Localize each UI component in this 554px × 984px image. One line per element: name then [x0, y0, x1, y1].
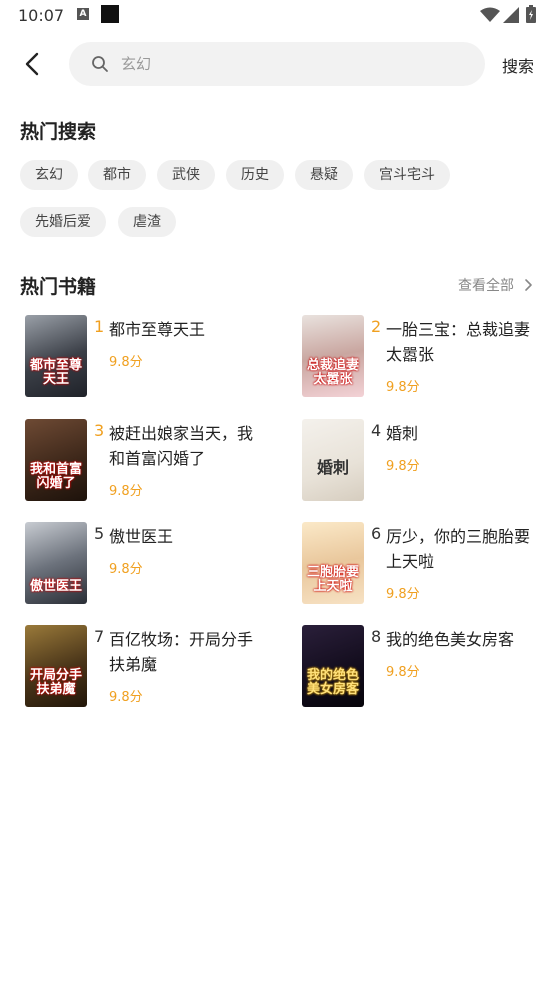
- book-score: 9.8分: [109, 562, 143, 577]
- search-tag[interactable]: 先婚后爱: [20, 207, 106, 237]
- search-tag[interactable]: 武侠: [157, 160, 215, 190]
- book-title[interactable]: 都市至尊天王: [109, 317, 259, 342]
- book-score: 9.8分: [386, 459, 420, 474]
- hot-books-title: 热门书籍: [20, 276, 97, 298]
- search-input[interactable]: [121, 42, 461, 86]
- book-rank: 6: [371, 524, 382, 543]
- search-tag[interactable]: 都市: [88, 160, 146, 190]
- search-button[interactable]: 搜索: [502, 53, 534, 77]
- book-rank: 2: [371, 317, 382, 336]
- book-cover-image[interactable]: 开局分手扶弟魔: [25, 625, 87, 707]
- book-cover-image[interactable]: 我的绝色美女房客: [302, 625, 364, 707]
- book-title[interactable]: 一胎三宝：总裁追妻太嚣张: [386, 317, 536, 367]
- book-cover-image[interactable]: 我和首富闪婚了: [25, 419, 87, 501]
- search-tag[interactable]: 悬疑: [295, 160, 353, 190]
- book-title[interactable]: 厉少，你的三胞胎要上天啦: [386, 524, 536, 574]
- book-title[interactable]: 被赶出娘家当天，我和首富闪婚了: [109, 421, 259, 471]
- book-title[interactable]: 我的绝色美女房客: [386, 627, 536, 652]
- book-item[interactable]: 开局分手扶弟魔 7 百亿牧场：开局分手扶弟魔 9.8分: [25, 625, 275, 709]
- search-tag[interactable]: 虐渣: [118, 207, 176, 237]
- book-cover-image[interactable]: 都市至尊天王: [25, 315, 87, 397]
- book-item[interactable]: 都市至尊天王 1 都市至尊天王 9.8分: [25, 315, 275, 399]
- book-title[interactable]: 百亿牧场：开局分手扶弟魔: [109, 627, 259, 677]
- book-item[interactable]: 婚刺 4 婚刺 9.8分: [302, 419, 552, 503]
- book-score: 9.8分: [386, 587, 420, 602]
- book-score: 9.8分: [386, 380, 420, 395]
- book-item[interactable]: 傲世医王 5 傲世医王 9.8分: [25, 522, 275, 606]
- book-score: 9.8分: [386, 665, 420, 680]
- search-box[interactable]: [69, 42, 485, 86]
- book-rank: 1: [94, 317, 105, 336]
- hot-search-title: 热门搜索: [20, 121, 97, 143]
- search-header: 搜索: [0, 42, 554, 86]
- book-score: 9.8分: [109, 484, 143, 499]
- chevron-right-icon[interactable]: [523, 278, 533, 292]
- signal-icon: [503, 7, 519, 23]
- view-all-link[interactable]: 查看全部: [458, 275, 514, 295]
- book-cover-image[interactable]: 总裁追妻太嚣张: [302, 315, 364, 397]
- book-rank: 4: [371, 421, 382, 440]
- search-tag[interactable]: 宫斗宅斗: [364, 160, 450, 190]
- book-item[interactable]: 总裁追妻太嚣张 2 一胎三宝：总裁追妻太嚣张 9.8分: [302, 315, 552, 399]
- status-time: 10:07: [18, 6, 65, 25]
- book-rank: 7: [94, 627, 105, 646]
- book-cover-image[interactable]: 婚刺: [302, 419, 364, 501]
- status-bar: 10:07 A: [0, 0, 554, 30]
- search-tag[interactable]: 玄幻: [20, 160, 78, 190]
- book-score: 9.8分: [109, 355, 143, 370]
- book-title[interactable]: 傲世医王: [109, 524, 259, 549]
- search-icon: [92, 56, 108, 72]
- book-rank: 8: [371, 627, 382, 646]
- book-item[interactable]: 我的绝色美女房客 8 我的绝色美女房客 9.8分: [302, 625, 552, 709]
- notification-square-icon: [101, 5, 119, 23]
- battery-icon: [526, 5, 536, 23]
- search-tag[interactable]: 历史: [226, 160, 284, 190]
- back-arrow-icon[interactable]: [18, 50, 46, 78]
- book-item[interactable]: 我和首富闪婚了 3 被赶出娘家当天，我和首富闪婚了 9.8分: [25, 419, 275, 503]
- wifi-icon: [480, 7, 500, 22]
- notification-a-icon: A: [77, 8, 89, 20]
- book-cover-image[interactable]: 三胞胎要上天啦: [302, 522, 364, 604]
- book-score: 9.8分: [109, 690, 143, 705]
- book-item[interactable]: 三胞胎要上天啦 6 厉少，你的三胞胎要上天啦 9.8分: [302, 522, 552, 606]
- book-title[interactable]: 婚刺: [386, 421, 536, 446]
- book-rank: 5: [94, 524, 105, 543]
- book-cover-image[interactable]: 傲世医王: [25, 522, 87, 604]
- book-rank: 3: [94, 421, 105, 440]
